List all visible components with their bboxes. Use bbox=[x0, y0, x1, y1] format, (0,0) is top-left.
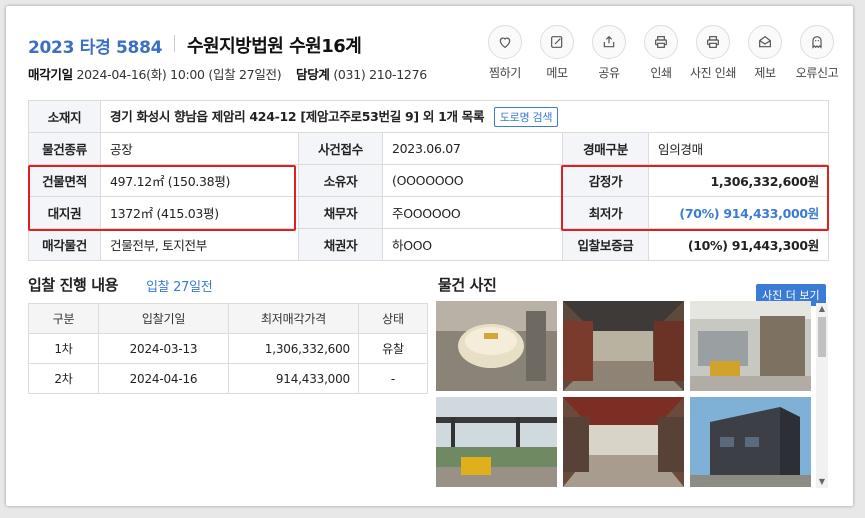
report-mail-icon bbox=[759, 35, 771, 48]
creditor-label: 채권자 bbox=[298, 228, 383, 261]
table-row: 1차 2024-03-13 1,306,332,600 유찰 bbox=[28, 333, 428, 364]
report-button[interactable]: 제보 bbox=[739, 25, 791, 81]
scroll-thumb[interactable] bbox=[818, 317, 826, 357]
error-report-label: 오류신고 bbox=[795, 66, 839, 80]
col-price: 최저매각가격 bbox=[228, 303, 359, 334]
photo-grid bbox=[436, 301, 817, 487]
min-price-label: 최저가 bbox=[562, 196, 649, 229]
creditor-value: 하OOO bbox=[382, 228, 563, 261]
error-report-icon bbox=[812, 36, 822, 49]
action-toolbar: 찜하기 메모 공유 인쇄 사진 인쇄 제보 오류신고 bbox=[479, 25, 843, 81]
favorite-label: 찜하기 bbox=[489, 66, 521, 80]
sale-items-value: 건물전부, 토지전부 bbox=[100, 228, 299, 261]
memo-label: 메모 bbox=[546, 66, 568, 80]
print-icon bbox=[655, 36, 667, 48]
auction-detail-window: 2023 타경 5884 수원지방법원 수원16계 매각기일 2024-04-1… bbox=[6, 6, 853, 506]
property-photo-3[interactable] bbox=[690, 301, 811, 391]
memo-icon bbox=[551, 36, 563, 48]
share-label: 공유 bbox=[598, 66, 620, 80]
land-label: 대지권 bbox=[28, 196, 101, 229]
dept-label: 담당계 bbox=[296, 67, 330, 82]
table-row: 2차 2024-04-16 914,433,000 - bbox=[28, 363, 428, 394]
property-photo-6[interactable] bbox=[690, 397, 811, 487]
property-photo-2[interactable] bbox=[563, 301, 684, 391]
photo-scrollbar[interactable]: ▲ ▼ bbox=[816, 303, 828, 488]
round-cell: 2차 bbox=[28, 363, 99, 394]
property-info-table: 소재지 경기 화성시 향남읍 제암리 424-12 [제암고주로53번길 9] … bbox=[28, 100, 829, 261]
col-date: 입찰기일 bbox=[98, 303, 229, 334]
col-status: 상태 bbox=[358, 303, 428, 334]
building-area-label: 건물면적 bbox=[28, 164, 101, 197]
favorite-button[interactable]: 찜하기 bbox=[479, 25, 531, 81]
property-photo-5[interactable] bbox=[563, 397, 684, 487]
land-value: 1372㎡ (415.03평) bbox=[100, 196, 299, 229]
receipt-value: 2023.06.07 bbox=[382, 132, 563, 165]
status-cell: 유찰 bbox=[358, 333, 428, 364]
auction-kind-value: 임의경매 bbox=[648, 132, 829, 165]
dept-value: (031) 210-1276 bbox=[333, 67, 427, 82]
address-cell: 경기 화성시 향남읍 제암리 424-12 [제암고주로53번길 9] 외 1개… bbox=[100, 100, 829, 133]
scroll-up-icon[interactable]: ▲ bbox=[816, 303, 828, 315]
photo-print-button[interactable]: 사진 인쇄 bbox=[687, 25, 739, 81]
road-name-search-button[interactable]: 도로명 검색 bbox=[493, 107, 559, 127]
bid-history-table: 구분 입찰기일 최저매각가격 상태 1차 2024-03-13 1,306,33… bbox=[28, 303, 428, 394]
address-value: 경기 화성시 향남읍 제암리 424-12 [제암고주로53번길 9] 외 1개… bbox=[110, 109, 485, 124]
status-cell: - bbox=[358, 363, 428, 394]
appraisal-label: 감정가 bbox=[562, 164, 649, 197]
heart-icon bbox=[499, 37, 511, 49]
property-photo-1[interactable] bbox=[436, 301, 557, 391]
photo-print-icon bbox=[707, 36, 719, 48]
print-label: 인쇄 bbox=[650, 66, 672, 80]
auction-kind-label: 경매구분 bbox=[562, 132, 649, 165]
debtor-value: 주OOOOOO bbox=[382, 196, 563, 229]
min-price-value: (70%) 914,433,000원 bbox=[648, 196, 829, 229]
bid-header-row: 구분 입찰기일 최저매각가격 상태 bbox=[28, 303, 428, 334]
share-icon bbox=[603, 35, 615, 48]
sale-date-label: 매각기일 bbox=[28, 67, 73, 82]
info-row: 물건종류 공장 사건접수 2023.06.07 경매구분 임의경매 bbox=[28, 132, 829, 165]
print-button[interactable]: 인쇄 bbox=[635, 25, 687, 81]
memo-button[interactable]: 메모 bbox=[531, 25, 583, 81]
info-row: 건물면적 497.12㎡ (150.38평) 소유자 (OOOOOOO 감정가 … bbox=[28, 164, 829, 197]
court-name: 수원지방법원 수원16계 bbox=[187, 36, 362, 57]
address-row: 소재지 경기 화성시 향남읍 제암리 424-12 [제암고주로53번길 9] … bbox=[28, 100, 829, 133]
debtor-label: 채무자 bbox=[298, 196, 383, 229]
property-photo-4[interactable] bbox=[436, 397, 557, 487]
photo-print-label: 사진 인쇄 bbox=[690, 66, 736, 80]
receipt-label: 사건접수 bbox=[298, 132, 383, 165]
photo-section-title: 물건 사진 bbox=[438, 276, 497, 294]
info-row: 대지권 1372㎡ (415.03평) 채무자 주OOOOOO 최저가 (70%… bbox=[28, 196, 829, 229]
sale-date-value: 2024-04-16(화) 10:00 (입찰 27일전) bbox=[76, 67, 282, 82]
col-round: 구분 bbox=[28, 303, 99, 334]
info-row: 매각물건 건물전부, 토지전부 채권자 하OOO 입찰보증금 (10%) 91,… bbox=[28, 228, 829, 261]
title-divider bbox=[174, 35, 175, 52]
date-cell: 2024-03-13 bbox=[98, 333, 229, 364]
round-cell: 1차 bbox=[28, 333, 99, 364]
bid-section-title: 입찰 진행 내용 bbox=[28, 276, 119, 294]
deposit-label: 입찰보증금 bbox=[562, 228, 649, 261]
scroll-down-icon[interactable]: ▼ bbox=[816, 476, 828, 488]
type-value: 공장 bbox=[100, 132, 299, 165]
price-cell: 914,433,000 bbox=[228, 363, 359, 394]
price-cell: 1,306,332,600 bbox=[228, 333, 359, 364]
building-area-value: 497.12㎡ (150.38평) bbox=[100, 164, 299, 197]
address-label: 소재지 bbox=[28, 100, 101, 133]
deposit-value: (10%) 91,443,300원 bbox=[648, 228, 829, 261]
report-label: 제보 bbox=[754, 66, 776, 80]
appraisal-value: 1,306,332,600원 bbox=[648, 164, 829, 197]
bid-section-subtitle: 입찰 27일전 bbox=[146, 280, 213, 295]
owner-label: 소유자 bbox=[298, 164, 383, 197]
share-button[interactable]: 공유 bbox=[583, 25, 635, 81]
case-number: 2023 타경 5884 bbox=[28, 38, 163, 58]
type-label: 물건종류 bbox=[28, 132, 101, 165]
date-cell: 2024-04-16 bbox=[98, 363, 229, 394]
error-report-button[interactable]: 오류신고 bbox=[791, 25, 843, 81]
sale-items-label: 매각물건 bbox=[28, 228, 101, 261]
sale-meta: 매각기일 2024-04-16(화) 10:00 (입찰 27일전) 담당계 (… bbox=[28, 64, 427, 83]
owner-value: (OOOOOOO bbox=[382, 164, 563, 197]
